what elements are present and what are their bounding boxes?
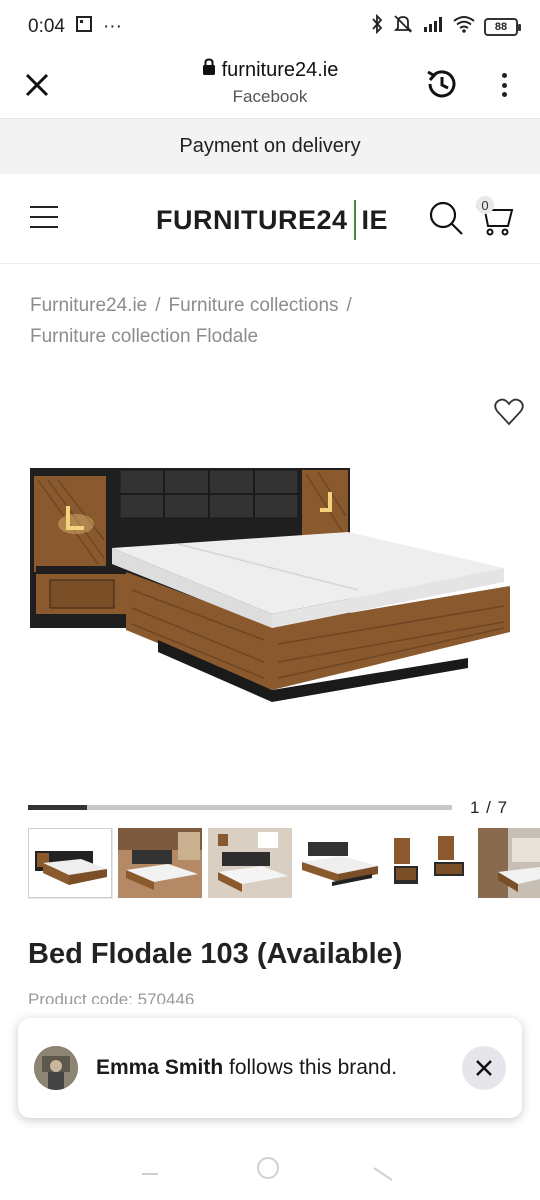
status-dots: ··· [102, 16, 122, 37]
gallery-progress [28, 805, 452, 810]
mute-icon [392, 14, 414, 40]
status-bar: 0:04 ··· 88 [0, 0, 540, 54]
payment-banner: Payment on delivery [0, 118, 540, 174]
battery-level: 88 [494, 21, 508, 33]
more-dot-icon [501, 73, 507, 78]
history-button[interactable] [424, 66, 460, 102]
banner-text: Payment on delivery [179, 135, 361, 157]
hamburger-icon [30, 216, 58, 218]
status-left: 0:04 ··· [28, 15, 122, 39]
close-icon [476, 1060, 492, 1076]
avatar [34, 1046, 78, 1090]
breadcrumb-home[interactable]: Furniture24.ie [30, 295, 147, 316]
breadcrumb-current[interactable]: Furniture collection Flodale [30, 326, 258, 347]
site-header: FURNITURE24 IE 0 [0, 174, 540, 264]
history-icon [427, 70, 456, 98]
breadcrumb-collections[interactable]: Furniture collections [169, 295, 339, 316]
hamburger-icon [30, 226, 58, 228]
logo-separator [353, 200, 356, 240]
browser-bar: furniture24.ie Facebook [0, 54, 540, 118]
status-time: 0:04 [28, 16, 65, 37]
product-title: Bed Flodale 103 (Available) [28, 938, 403, 970]
thumbnail-1[interactable] [28, 828, 112, 898]
signal-icon [422, 15, 444, 39]
close-button[interactable] [20, 68, 54, 102]
menu-button[interactable] [30, 206, 58, 228]
breadcrumb: Furniture24.ie / Furniture collections / Fu… [30, 290, 510, 352]
cart-button[interactable]: 0 [474, 196, 514, 238]
more-dot-icon [501, 82, 507, 88]
thumbnail-strip [28, 828, 540, 900]
logo-suffix: IE [361, 204, 389, 235]
toast-user-name[interactable]: Emma Smith [96, 1056, 223, 1079]
battery-icon: 88 [484, 18, 521, 36]
follow-toast: Emma Smith follows this brand. [18, 1018, 522, 1118]
thumbnail-4[interactable] [298, 828, 382, 898]
gallery-progress-fill [28, 805, 88, 810]
more-dot-icon [501, 92, 507, 97]
product-code: Product code: 570446 [28, 990, 195, 1004]
bluetooth-icon [370, 13, 384, 40]
thumbnail-2[interactable] [118, 828, 202, 898]
more-options-button[interactable] [494, 70, 514, 100]
hamburger-icon [30, 206, 58, 208]
status-right: 88 [370, 13, 521, 40]
logo-main: FURNITURE24 [156, 204, 348, 235]
toast-close-button[interactable] [462, 1046, 506, 1090]
breadcrumb-separator: / [346, 295, 352, 316]
breadcrumb-separator: / [155, 295, 161, 316]
system-nav-bar [0, 1150, 540, 1190]
notification-icon [75, 15, 93, 39]
home-icon [257, 1157, 279, 1179]
cart-count-badge: 0 [476, 196, 494, 214]
wifi-icon [452, 15, 476, 39]
lock-icon [202, 58, 216, 82]
toast-message: Emma Smith follows this brand. [96, 1056, 397, 1080]
close-icon [25, 73, 49, 97]
search-button[interactable] [428, 200, 464, 236]
product-image[interactable] [28, 440, 516, 730]
thumbnail-6[interactable] [478, 828, 540, 898]
gallery-page-indicator: 1 / 7 [470, 798, 509, 817]
bed-illustration [30, 468, 510, 702]
url-text: furniture24.ie [221, 58, 339, 81]
toast-message-text: follows this brand. [229, 1056, 398, 1079]
wishlist-button[interactable] [494, 398, 524, 426]
back-icon [373, 1167, 393, 1181]
heart-icon [494, 398, 524, 426]
thumbnail-3[interactable] [208, 828, 292, 898]
search-icon [429, 201, 463, 235]
site-logo[interactable]: FURNITURE24 IE [156, 200, 388, 240]
thumbnail-5[interactable] [388, 828, 472, 898]
